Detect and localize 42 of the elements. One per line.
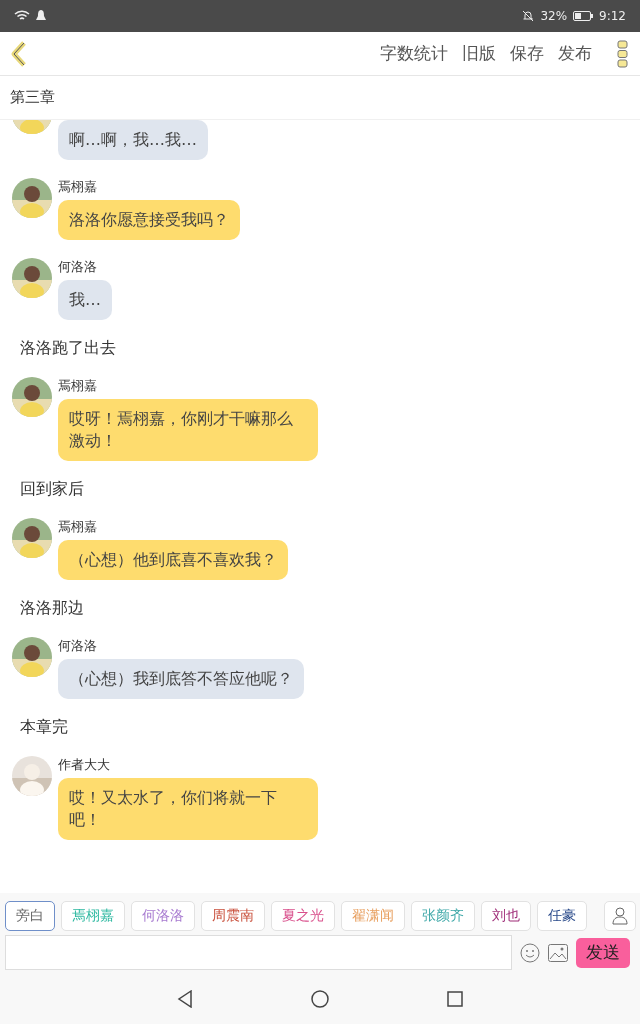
narration-text: 洛洛那边	[19, 598, 85, 619]
role-chip[interactable]: 刘也	[481, 901, 531, 931]
back-icon[interactable]	[10, 40, 28, 67]
message-bubble: （心想）我到底答不答应他呢？	[58, 659, 304, 699]
sender-name: 何洛洛	[58, 637, 98, 655]
message-bubble: 啊…啊，我…我…	[58, 120, 208, 160]
narration-text: 本章完	[19, 717, 69, 738]
recents-nav-icon[interactable]	[447, 991, 463, 1007]
message-bubble: 哎呀！焉栩嘉，你刚才干嘛那么激动！	[58, 399, 318, 461]
message-bubble: 我…	[58, 280, 112, 320]
clock: 9:12	[599, 9, 626, 23]
toolbar-action[interactable]: 保存	[510, 42, 544, 65]
message-bubble: （心想）他到底喜不喜欢我？	[58, 540, 288, 580]
role-chip[interactable]: 夏之光	[271, 901, 335, 931]
sender-name: 焉栩嘉	[58, 377, 98, 395]
emoji-icon[interactable]	[520, 942, 540, 963]
role-chip[interactable]: 任豪	[537, 901, 587, 931]
sender-name: 作者大大	[58, 756, 111, 774]
battery-icon	[573, 11, 594, 21]
message-input[interactable]	[5, 935, 512, 970]
toolbar-action[interactable]: 旧版	[462, 42, 496, 65]
toolbar-action[interactable]: 发布	[558, 42, 592, 65]
image-icon[interactable]	[548, 943, 568, 962]
role-chip[interactable]: 何洛洛	[131, 901, 195, 931]
send-button[interactable]: 发送	[576, 937, 630, 968]
bell-off-icon	[522, 10, 535, 22]
narration-text: 回到家后	[19, 479, 85, 500]
wifi-icon	[14, 10, 30, 22]
sender-name: 焉栩嘉	[58, 518, 98, 536]
sender-name: 何洛洛	[58, 258, 98, 276]
home-nav-icon[interactable]	[311, 990, 329, 1008]
message-bubble: 洛洛你愿意接受我吗？	[58, 200, 240, 240]
sender-name: 焉栩嘉	[58, 178, 98, 196]
user-icon[interactable]	[604, 901, 636, 931]
message-bubble: 哎！又太水了，你们将就一下吧！	[58, 778, 318, 840]
role-chip[interactable]: 旁白	[5, 901, 55, 931]
toolbar-action[interactable]: 字数统计	[380, 42, 448, 65]
narration-text: 洛洛跑了出去	[19, 338, 117, 359]
role-chip[interactable]: 周震南	[201, 901, 265, 931]
battery-percent: 32%	[540, 9, 568, 23]
more-icon[interactable]	[616, 39, 630, 68]
back-nav-icon[interactable]	[177, 990, 193, 1008]
